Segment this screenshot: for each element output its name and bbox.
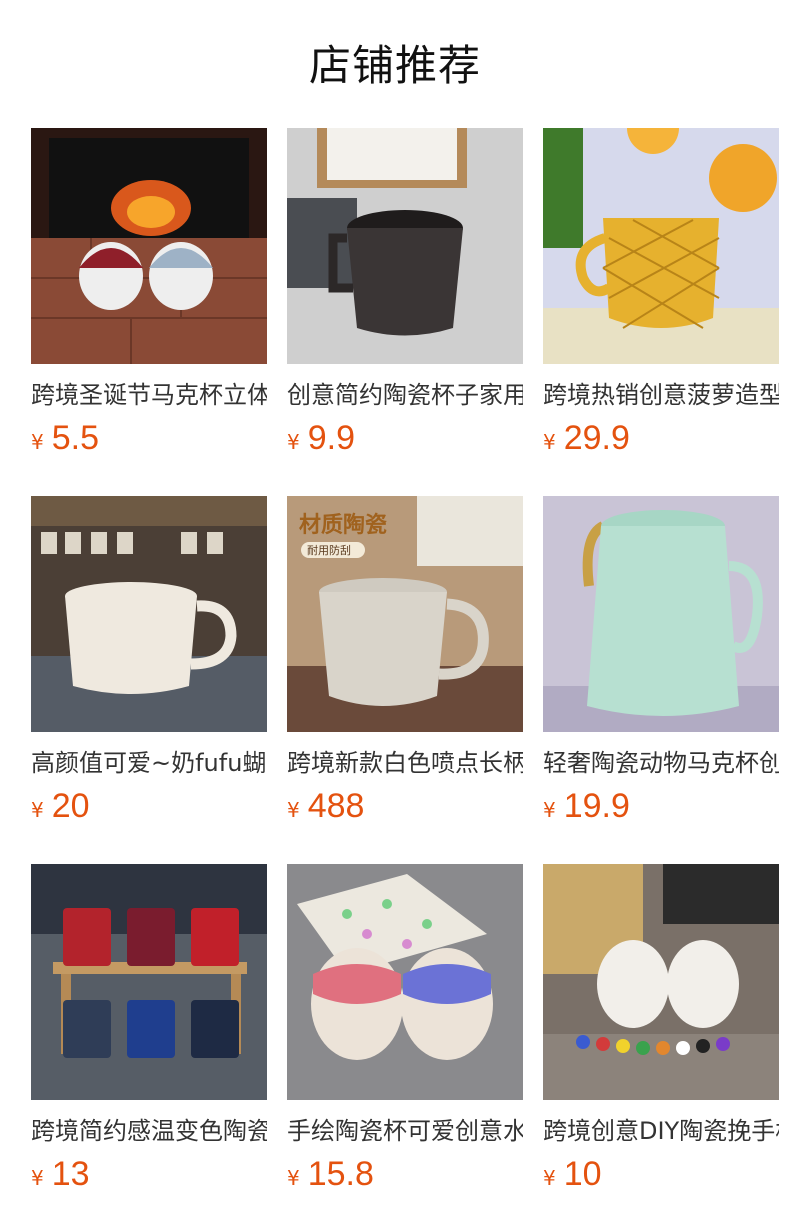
product-card[interactable]: 跨境圣诞节马克杯立体陶瓷杯 ¥5.5 [31, 128, 267, 458]
diy-mugs-image [543, 864, 779, 1100]
product-price: ¥19.9 [543, 787, 630, 825]
product-image[interactable] [31, 496, 267, 732]
product-price: ¥5.5 [31, 419, 99, 457]
product-image[interactable]: 材质陶瓷 耐用防刮 [287, 496, 523, 732]
product-image[interactable] [543, 496, 779, 732]
product-name[interactable]: 跨境圣诞节马克杯立体陶瓷杯 [31, 378, 267, 412]
product-price: ¥13 [31, 1155, 90, 1193]
product-image[interactable] [543, 864, 779, 1100]
product-card[interactable]: 跨境简约感温变色陶瓷杯 ¥13 [31, 864, 267, 1194]
product-name[interactable]: 轻奢陶瓷动物马克杯创意水杯 [543, 746, 779, 780]
product-price: ¥15.8 [287, 1155, 374, 1193]
overlay-title: 材质陶瓷 [299, 512, 387, 538]
product-name[interactable]: 高颜值可爱~奶fufu蝴蝶结陶瓷杯 [31, 746, 267, 780]
product-name[interactable]: 跨境新款白色喷点长柄陶瓷杯 [287, 746, 523, 780]
pineapple-mug-image [543, 128, 779, 364]
football-mugs-image [31, 864, 267, 1100]
white-cup-image [31, 496, 267, 732]
product-name[interactable]: 创意简约陶瓷杯子家用水杯 [287, 378, 523, 412]
product-price: ¥488 [287, 787, 365, 825]
product-image[interactable] [287, 864, 523, 1100]
product-image[interactable] [31, 864, 267, 1100]
mint-mug-image [543, 496, 779, 732]
product-card[interactable]: 高颜值可爱~奶fufu蝴蝶结陶瓷杯 ¥20 [31, 496, 267, 826]
product-name[interactable]: 手绘陶瓷杯可爱创意水杯 [287, 1114, 523, 1148]
product-card[interactable]: 手绘陶瓷杯可爱创意水杯 ¥15.8 [287, 864, 523, 1194]
product-image[interactable] [287, 128, 523, 364]
drip-mugs-image [287, 864, 523, 1100]
product-image[interactable] [31, 128, 267, 364]
product-price: ¥29.9 [543, 419, 630, 457]
dark-mug-image [287, 128, 523, 364]
product-card[interactable]: 跨境创意DIY陶瓷挽手杯 ¥10 [543, 864, 779, 1194]
page-title: 店铺推荐 [308, 41, 481, 90]
speckled-mug-image: 材质陶瓷 耐用防刮 [287, 496, 523, 732]
product-price: ¥9.9 [287, 419, 355, 457]
christmas-mugs-image [31, 128, 267, 364]
product-card[interactable]: 跨境热销创意菠萝造型陶瓷杯 ¥29.9 [543, 128, 779, 458]
product-card[interactable]: 材质陶瓷 耐用防刮 跨境新款白色喷点长柄陶瓷杯 ¥488 [287, 496, 523, 826]
product-name[interactable]: 跨境创意DIY陶瓷挽手杯 [543, 1114, 779, 1148]
product-price: ¥20 [31, 787, 90, 825]
product-name[interactable]: 跨境简约感温变色陶瓷杯 [31, 1114, 267, 1148]
product-image[interactable] [543, 128, 779, 364]
overlay-tag: 耐用防刮 [307, 543, 351, 557]
product-name[interactable]: 跨境热销创意菠萝造型陶瓷杯 [543, 378, 779, 412]
product-card[interactable]: 轻奢陶瓷动物马克杯创意水杯 ¥19.9 [543, 496, 779, 826]
product-price: ¥10 [543, 1155, 602, 1193]
product-card[interactable]: 创意简约陶瓷杯子家用水杯 ¥9.9 [287, 128, 523, 458]
